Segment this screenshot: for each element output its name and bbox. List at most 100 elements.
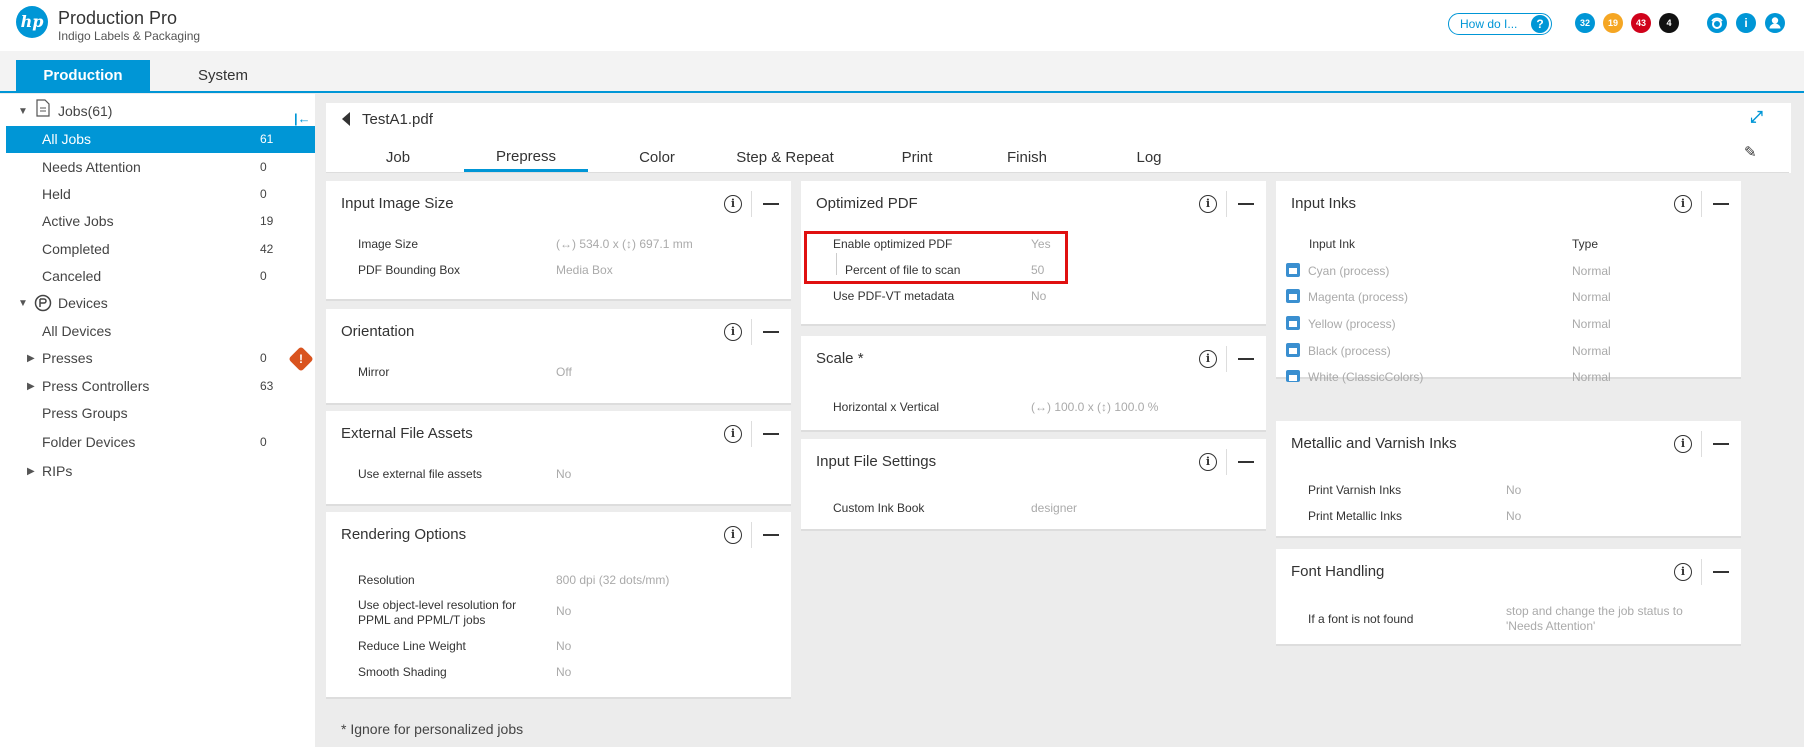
collapse-icon[interactable] — [1238, 358, 1254, 360]
devices-icon — [34, 294, 52, 321]
tool-icon[interactable] — [1707, 13, 1727, 33]
badge-black[interactable]: 4 — [1659, 13, 1679, 33]
job-details: TestA1.pdf ⤢ ✎ Job Prepress Color Step &… — [326, 103, 1792, 747]
tab-step-and-repeat[interactable]: Step & Repeat — [720, 149, 850, 166]
expand-triangle-icon[interactable]: ▶ — [27, 373, 35, 400]
panel-scale: Scale * i Horizontal x Vertical (↔) 100.… — [801, 336, 1266, 432]
expand-triangle-icon[interactable]: ▶ — [27, 345, 35, 372]
expand-icon[interactable]: ⤢ — [1750, 109, 1763, 127]
divider — [751, 319, 752, 345]
jobs-header-label: Jobs(61) — [58, 103, 113, 119]
field-value: No — [556, 604, 572, 618]
info-icon[interactable]: i — [1199, 350, 1217, 368]
tab-finish[interactable]: Finish — [982, 149, 1072, 166]
collapse-icon[interactable] — [1713, 571, 1729, 573]
field-label: Smooth Shading — [358, 665, 447, 679]
sidebar-item-all-devices[interactable]: All Devices — [6, 318, 315, 345]
sidebar-item-label: Folder Devices — [42, 434, 136, 450]
info-icon[interactable]: i — [1736, 13, 1756, 33]
divider — [1226, 449, 1227, 475]
how-do-i-search[interactable]: How do I... ? — [1448, 13, 1552, 35]
collapse-icon[interactable] — [1713, 443, 1729, 445]
field-value: 800 dpi (32 dots/mm) — [556, 573, 670, 587]
expand-triangle-icon[interactable]: ▼ — [18, 290, 28, 317]
tab-divider — [326, 172, 1789, 173]
panel-title: Input Inks — [1291, 195, 1357, 212]
collapse-icon[interactable] — [763, 433, 779, 435]
sidebar: ▼ Jobs(61) |← All Jobs 61 Needs Attentio… — [0, 94, 315, 747]
tab-print[interactable]: Print — [872, 149, 962, 166]
jobs-header[interactable]: ▼ Jobs(61) |← — [6, 98, 315, 126]
sidebar-item-needs-attention[interactable]: Needs Attention 0 — [6, 154, 315, 181]
sidebar-item-rips[interactable]: ▶ RIPs — [6, 458, 315, 485]
tab-prepress[interactable]: Prepress — [464, 148, 588, 165]
collapse-icon[interactable] — [763, 331, 779, 333]
sidebar-item-count: 0 — [260, 435, 267, 449]
field-label: Print Metallic Inks — [1308, 509, 1403, 523]
ink-name: Black (process) — [1308, 344, 1391, 358]
collapse-icon[interactable] — [1238, 461, 1254, 463]
collapse-icon[interactable] — [1713, 203, 1729, 205]
info-icon[interactable]: i — [1674, 435, 1692, 453]
sidebar-item-all-jobs[interactable]: All Jobs 61 — [6, 126, 315, 153]
collapse-icon[interactable] — [1238, 203, 1254, 205]
sidebar-item-held[interactable]: Held 0 — [6, 181, 315, 208]
divider — [1701, 191, 1702, 217]
app-title: Production Pro — [58, 8, 178, 28]
devices-header[interactable]: ▼ Devices — [6, 290, 315, 317]
ink-type: Normal — [1572, 370, 1611, 384]
sidebar-item-count: 0 — [260, 351, 267, 365]
panel-title: Input Image Size — [341, 195, 454, 212]
tab-color[interactable]: Color — [610, 149, 704, 166]
ink-icon — [1286, 343, 1300, 357]
panel-title: Metallic and Varnish Inks — [1291, 435, 1457, 452]
user-icon[interactable] — [1765, 13, 1785, 33]
sidebar-item-press-groups[interactable]: Press Groups — [6, 400, 315, 427]
sidebar-item-canceled[interactable]: Canceled 0 — [6, 263, 315, 290]
tab-log[interactable]: Log — [1104, 149, 1194, 166]
help-icon[interactable]: ? — [1531, 15, 1549, 33]
back-arrow-icon[interactable] — [342, 112, 350, 126]
edit-icon[interactable]: ✎ — [1744, 143, 1757, 161]
ink-type: Normal — [1572, 290, 1611, 304]
collapse-icon[interactable] — [763, 203, 779, 205]
sidebar-item-completed[interactable]: Completed 42 — [6, 236, 315, 263]
ink-name: Magenta (process) — [1308, 290, 1409, 304]
sidebar-item-label: Held — [42, 186, 71, 202]
expand-triangle-icon[interactable]: ▶ — [27, 458, 35, 485]
hp-logo: hp — [16, 6, 48, 38]
sidebar-item-label: Press Groups — [42, 405, 128, 421]
info-icon[interactable]: i — [1199, 195, 1217, 213]
ink-type: Normal — [1572, 344, 1611, 358]
main-nav: Production System — [0, 51, 1804, 93]
info-icon[interactable]: i — [724, 425, 742, 443]
divider — [751, 421, 752, 447]
warning-icon[interactable]: ! — [288, 346, 314, 372]
info-icon[interactable]: i — [724, 195, 742, 213]
ink-icon — [1286, 289, 1300, 303]
info-icon[interactable]: i — [1674, 563, 1692, 581]
devices-header-label: Devices — [58, 295, 108, 311]
field-label: Image Size — [358, 237, 419, 251]
panel-input-image-size: Input Image Size i Image Size (↔) 534.0 … — [326, 181, 791, 301]
info-icon[interactable]: i — [724, 526, 742, 544]
badge-red[interactable]: 43 — [1631, 13, 1651, 33]
field-value: stop and change the job status to 'Needs… — [1506, 604, 1683, 633]
panel-title: Optimized PDF — [816, 195, 918, 212]
info-icon[interactable]: i — [1674, 195, 1692, 213]
badge-blue[interactable]: 32 — [1575, 13, 1595, 33]
info-icon[interactable]: i — [724, 323, 742, 341]
sidebar-item-active-jobs[interactable]: Active Jobs 19 — [6, 208, 315, 235]
tab-job[interactable]: Job — [356, 149, 440, 166]
tab-system[interactable]: System — [178, 60, 268, 91]
badge-orange[interactable]: 19 — [1603, 13, 1623, 33]
info-icon[interactable]: i — [1199, 453, 1217, 471]
sidebar-item-folder-devices[interactable]: Folder Devices 0 — [6, 429, 315, 456]
sidebar-item-presses[interactable]: ▶ Presses 0 ! — [6, 345, 315, 372]
collapse-icon[interactable] — [763, 534, 779, 536]
expand-triangle-icon[interactable]: ▼ — [18, 98, 28, 125]
field-value: No — [556, 639, 572, 653]
tab-production[interactable]: Production — [16, 60, 150, 91]
field-label: Custom Ink Book — [833, 501, 925, 515]
sidebar-item-press-controllers[interactable]: ▶ Press Controllers 63 — [6, 373, 315, 400]
